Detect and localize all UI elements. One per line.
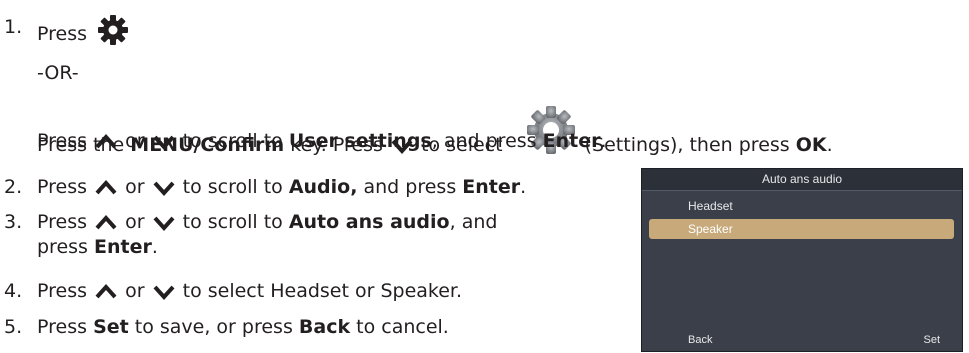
step-2-number: 2. — [4, 176, 23, 198]
chevron-up-icon — [95, 283, 117, 298]
back-softkey[interactable]: Back — [688, 329, 712, 351]
gear-icon — [98, 15, 129, 45]
chevron-down-icon — [153, 181, 175, 196]
enter-key-label: Enter — [462, 176, 521, 198]
step-2-line: Press or to scroll to Audio, and press E… — [37, 174, 526, 200]
step-1-scroll-line: Press or to scroll to User settings, and… — [37, 128, 607, 154]
step-text: Press — [37, 130, 88, 152]
step-text: to cancel. — [350, 316, 449, 338]
step-text: to scroll to — [176, 211, 283, 233]
step-text: Press — [37, 316, 88, 338]
menu-target-label: Audio, — [288, 176, 358, 198]
step-4-line: Press or to select Headset or Speaker. — [37, 278, 462, 304]
chevron-up-icon — [95, 133, 117, 148]
step-text: to save, or press — [128, 316, 293, 338]
punct: . — [600, 130, 607, 152]
set-key-label: Set — [93, 316, 129, 338]
step-4-number: 4. — [4, 280, 23, 302]
step-5-line: Press Set to save, or press Back to canc… — [37, 314, 449, 340]
step-text: to select Headset or Speaker. — [176, 280, 463, 302]
chevron-up-icon — [95, 179, 117, 194]
step-text: press — [37, 236, 88, 258]
step-text: , and press — [431, 130, 537, 152]
step-text: or — [119, 211, 151, 233]
step-text: Press — [37, 176, 88, 198]
or-text: -OR- — [37, 62, 79, 84]
option-speaker[interactable]: Speaker — [649, 219, 954, 239]
option-headset[interactable]: Headset — [649, 196, 954, 216]
chevron-down-icon — [153, 135, 175, 150]
step-1-line: Press — [37, 14, 129, 47]
step-5-number: 5. — [4, 316, 23, 338]
step-text: (Settings), then press — [578, 134, 790, 156]
chevron-down-icon — [153, 285, 175, 300]
step-text: or — [119, 176, 151, 198]
set-softkey[interactable]: Set — [923, 329, 940, 351]
punct: . — [826, 134, 833, 156]
chevron-down-icon — [153, 216, 175, 231]
step-text: to scroll to — [176, 176, 283, 198]
menu-target-label: User settings — [288, 130, 432, 152]
step-1-number: 1. — [4, 16, 23, 38]
punct: . — [151, 236, 158, 258]
step-text: Press — [37, 23, 88, 45]
step-text: or — [119, 280, 151, 302]
step-text: Press — [37, 211, 88, 233]
step-3-line-2: press Enter. — [37, 234, 158, 260]
enter-key-label: Enter — [94, 236, 152, 258]
device-screen: Auto ans audio Headset Speaker Back Set — [641, 168, 963, 352]
ok-key-label: OK — [795, 134, 827, 156]
screen-title: Auto ans audio — [642, 169, 962, 191]
menu-target-label: Auto ans audio — [288, 211, 450, 233]
step-text: Press — [37, 280, 88, 302]
punct: . — [520, 176, 527, 198]
step-text: or — [119, 130, 151, 152]
softkey-bar: Back Set — [642, 329, 962, 351]
back-key-label: Back — [298, 316, 351, 338]
step-3-line: Press or to scroll to Auto ans audio, an… — [37, 209, 497, 235]
step-text: and press — [357, 176, 457, 198]
chevron-up-icon — [95, 214, 117, 229]
step-text: to scroll to — [176, 130, 283, 152]
step-text: , and — [449, 211, 498, 233]
enter-key-label: Enter — [542, 130, 601, 152]
step-3-number: 3. — [4, 211, 23, 233]
